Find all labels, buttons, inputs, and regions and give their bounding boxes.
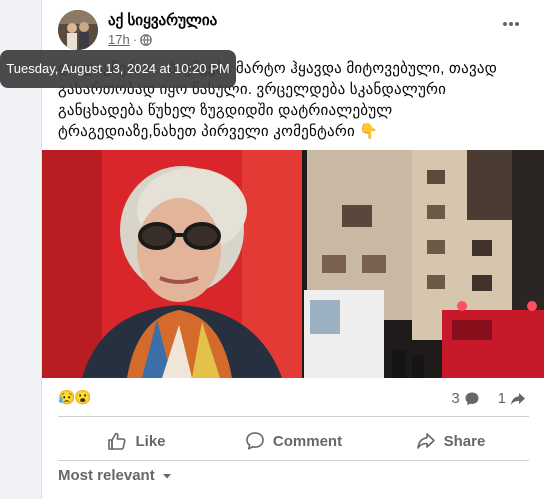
globe-icon[interactable] [140, 33, 152, 46]
author-name[interactable]: აქ სიყვარულია [108, 11, 217, 29]
author-avatar[interactable] [58, 10, 98, 50]
like-button[interactable]: Like [58, 423, 215, 459]
post-image[interactable] [42, 150, 544, 378]
comment-sort-dropdown[interactable]: Most relevant [58, 467, 173, 484]
sort-label: Most relevant [58, 467, 155, 484]
pointing-down-icon: 👇 [359, 123, 379, 140]
divider-bottom [58, 460, 529, 461]
comment-count[interactable]: 3 [451, 390, 479, 407]
comment-icon [246, 432, 264, 450]
divider-top [58, 416, 529, 417]
post-meta: 17h · [108, 32, 152, 47]
comment-bubble-icon [465, 392, 479, 405]
meta-separator: · [132, 32, 138, 47]
reactions-summary[interactable]: 😥 😮 [58, 388, 92, 406]
share-icon [416, 433, 435, 449]
post-actions: Like Comment Share [58, 423, 529, 459]
post-header: აქ სიყვარულია 17h · [42, 0, 544, 56]
comment-button[interactable]: Comment [215, 423, 372, 459]
more-dots-icon[interactable] [497, 14, 525, 42]
timestamp-tooltip: Tuesday, August 13, 2024 at 10:20 PM [0, 50, 236, 88]
share-arrow-icon [511, 392, 525, 405]
caret-down-icon [162, 473, 171, 478]
comment-label: Comment [272, 432, 343, 450]
share-label: Share [443, 432, 486, 450]
engagement-counts: 3 1 [451, 390, 526, 407]
post-timestamp[interactable]: 17h [108, 32, 130, 47]
thumbs-up-icon [108, 432, 127, 450]
post-photo-collage [42, 150, 544, 378]
share-count-value: 1 [497, 390, 506, 407]
share-count[interactable]: 1 [498, 390, 526, 407]
wow-reaction-icon: 😮 [74, 388, 92, 406]
share-button[interactable]: Share [372, 423, 529, 459]
avatar-image [58, 10, 98, 50]
like-label: Like [135, 432, 166, 450]
comment-count-value: 3 [451, 390, 460, 407]
